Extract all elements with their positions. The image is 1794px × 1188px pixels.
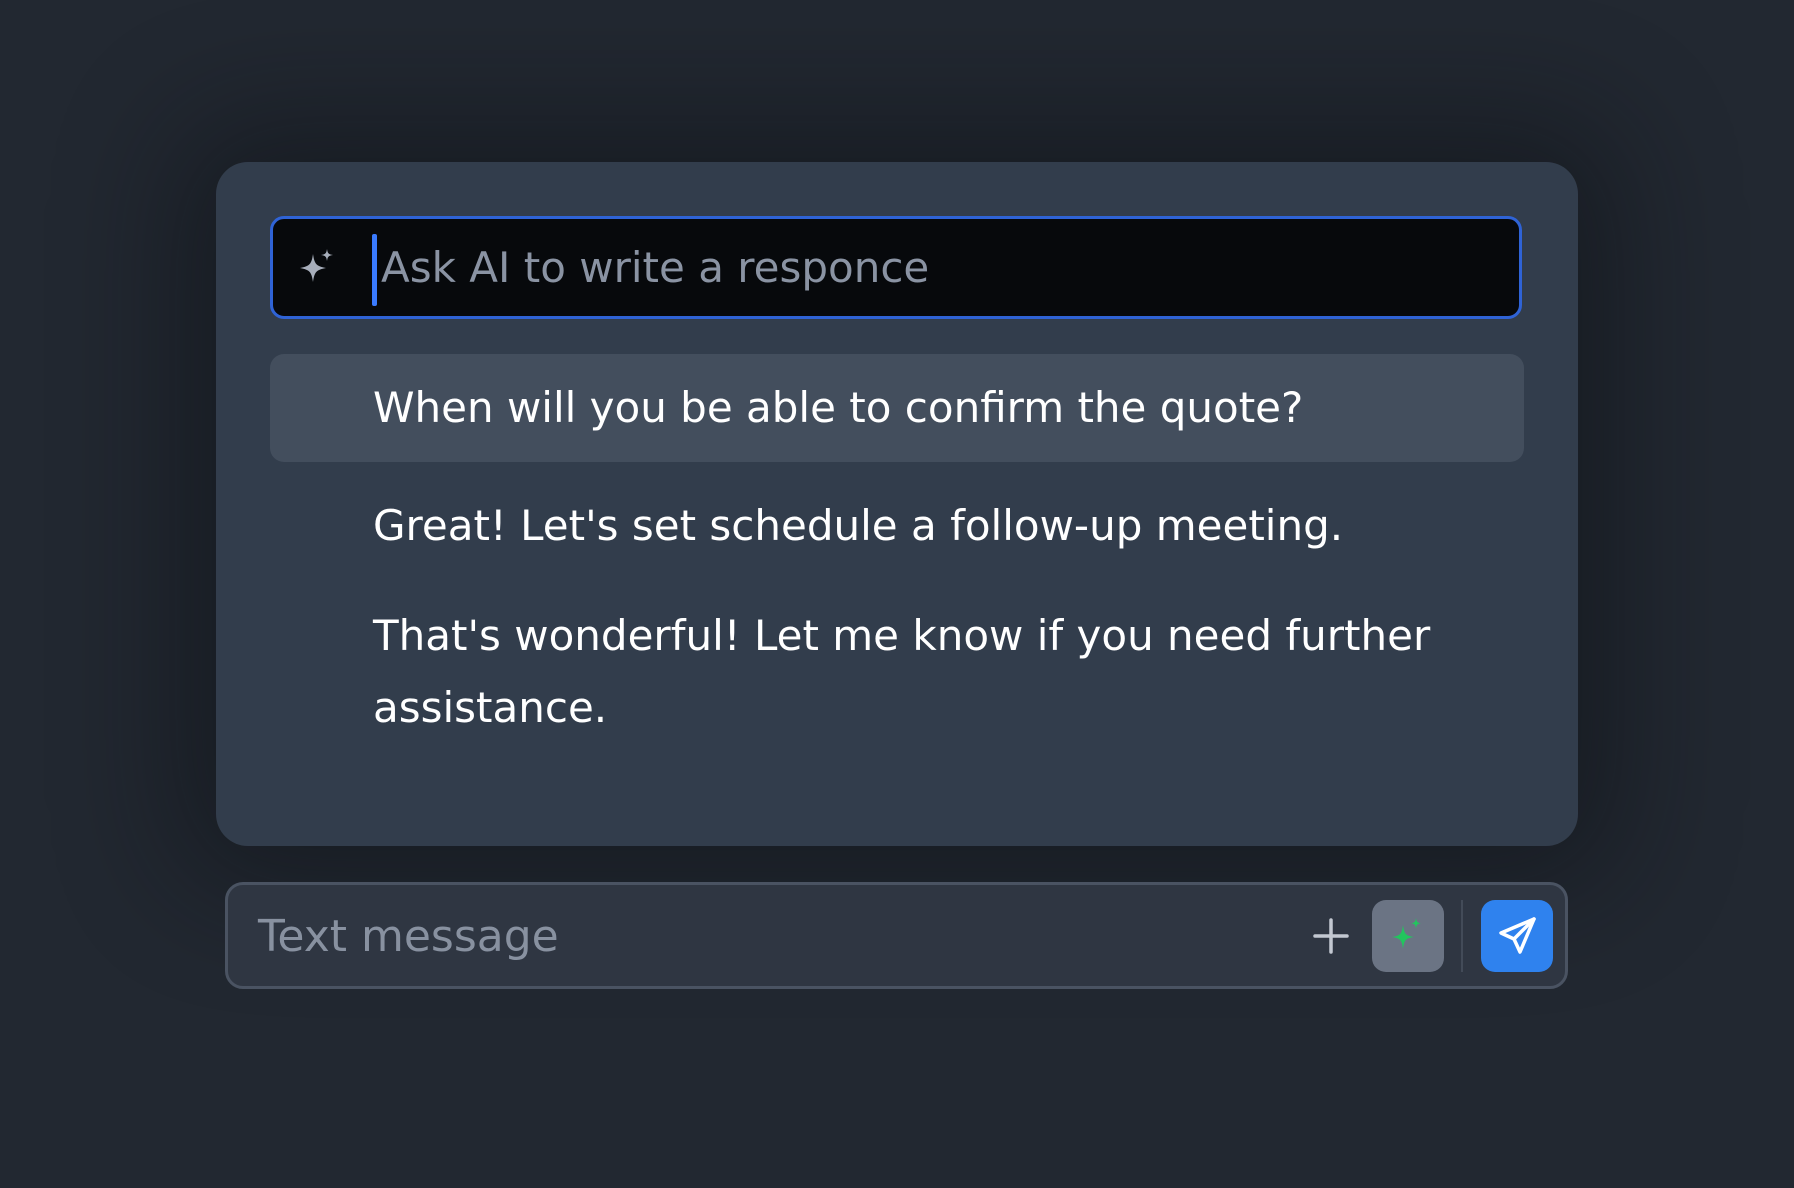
paper-plane-icon xyxy=(1499,917,1536,954)
text-caret xyxy=(372,234,377,306)
message-composer[interactable]: Text message xyxy=(225,882,1568,989)
plus-icon[interactable] xyxy=(1308,913,1354,959)
ai-suggestions-panel: Ask AI to write a responce When will you… xyxy=(216,162,1578,846)
sparkle-icon xyxy=(300,249,333,282)
message-input-placeholder[interactable]: Text message xyxy=(258,911,559,963)
ai-prompt-placeholder: Ask AI to write a responce xyxy=(381,243,930,292)
suggestion-list: When will you be able to confirm the quo… xyxy=(270,354,1524,744)
ai-assist-button[interactable] xyxy=(1372,900,1444,972)
sparkle-icon xyxy=(1392,918,1421,949)
ai-prompt-input[interactable]: Ask AI to write a responce xyxy=(270,216,1522,319)
send-button[interactable] xyxy=(1481,900,1553,972)
suggestion-item[interactable]: Great! Let's set schedule a follow-up me… xyxy=(270,484,1524,570)
suggestion-item[interactable]: That's wonderful! Let me know if you nee… xyxy=(270,592,1524,744)
suggestion-item[interactable]: When will you be able to confirm the quo… xyxy=(270,354,1524,462)
toolbar-divider xyxy=(1461,900,1463,972)
